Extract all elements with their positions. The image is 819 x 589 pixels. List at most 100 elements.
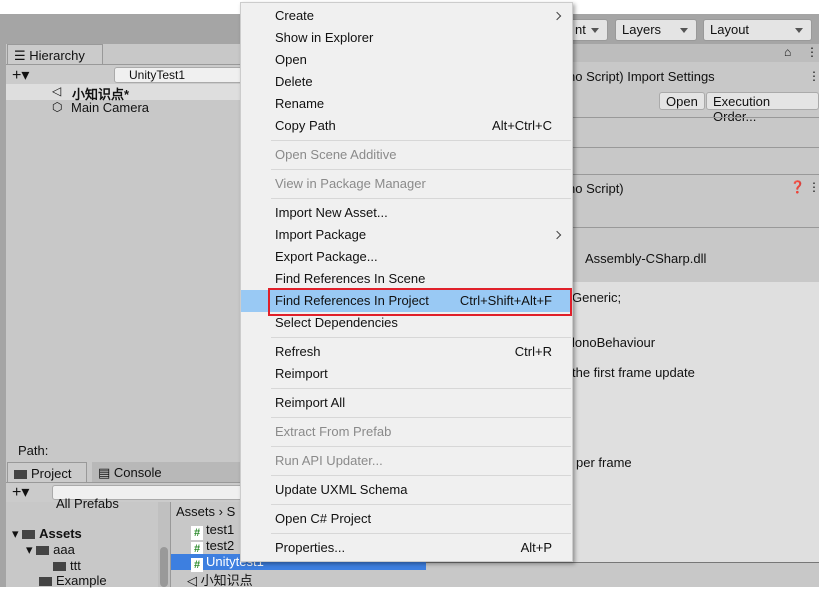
tree-item[interactable]: ttt [53,558,81,573]
layout-label: Layout [710,22,750,37]
scrollbar[interactable] [158,502,170,587]
menu-item-label: Rename [275,96,325,111]
component-title: no Script) [568,181,624,196]
add-icon[interactable]: +▾ [12,65,29,85]
menu-item-label: Export Package... [275,249,378,264]
menu-item-label: Reimport All [275,395,346,410]
menu-item-label: Delete [275,74,313,89]
folder-icon [39,577,52,586]
menu-item-label: Find References In Scene [275,271,426,286]
shortcut-label: Alt+P [520,540,552,555]
menu-item-import-new-asset[interactable]: Import New Asset... [241,202,572,224]
chevron-down-icon [591,28,599,37]
menu-item-label: Run API Updater... [275,453,383,468]
folder-icon [36,546,50,555]
menu-separator [241,472,572,479]
more-icon[interactable]: ⋮ [808,180,819,194]
menu-item-find-references-in-scene[interactable]: Find References In Scene [241,268,572,290]
help-icon[interactable]: ❓ [790,180,805,194]
tab-project[interactable]: Project [7,462,87,483]
search-value: UnityTest1 [129,68,186,82]
execution-order-button[interactable]: Execution Order... [706,92,819,124]
breadcrumb: Assets › S [176,504,236,519]
more-icon[interactable]: ⋮ [806,45,818,59]
hierarchy-panel: ☰ Hierarchy +▾ UnityTest1 ◁ 小知识点* ⬡ Main… [6,44,246,464]
menu-item-update-uxml-schema[interactable]: Update UXML Schema [241,479,572,501]
menu-item-refresh[interactable]: Refresh Ctrl+R [241,341,572,363]
menu-item-open-scene-additive: Open Scene Additive [241,144,572,166]
menu-item-view-in-package-manager: View in Package Manager [241,173,572,195]
menu-separator [241,530,572,537]
add-icon[interactable]: +▾ [12,482,29,502]
unity-scene-icon: ◁ [52,84,62,98]
more-icon[interactable]: ⋮ [808,69,819,83]
layout-dropdown[interactable]: Layout [703,19,812,41]
menu-separator [241,443,572,450]
menu-separator [241,195,572,202]
tree-label: Example [56,573,107,588]
tree-item[interactable]: All Prefabs [56,496,119,511]
file-name: 小知识点 [200,573,253,588]
shortcut-label: Ctrl+R [514,344,552,359]
menu-separator [241,385,572,392]
tab-hierarchy[interactable]: ☰ Hierarchy [7,44,103,65]
code-line: the first frame update [572,365,695,380]
chevron-down-icon [680,28,688,37]
hierarchy-search-input[interactable]: UnityTest1 [114,67,246,83]
menu-item-label: Properties... [275,540,346,555]
menu-item-import-package[interactable]: Import Package [241,224,572,246]
menu-item-label: Open C# Project [275,511,372,526]
menu-item-label: Copy Path [275,118,336,133]
folder-icon [22,530,36,539]
menu-separator [241,334,572,341]
hierarchy-toolbar: +▾ UnityTest1 [6,64,246,86]
tab-label: Hierarchy [29,48,85,63]
menu-separator [241,414,572,421]
shortcut-label: Ctrl+Shift+Alt+F [459,293,552,308]
menu-item-select-dependencies[interactable]: Select Dependencies [241,312,572,334]
tree-label: ttt [70,558,81,573]
list-icon: ☰ [14,48,30,63]
menu-item-find-references-in-project[interactable]: Find References In Project Ctrl+Shift+Alt… [241,288,572,316]
tab-console[interactable]: ▤ Console [92,462,242,482]
menu-item-delete[interactable]: Delete [241,71,572,93]
menu-item-label: Find References In Project [275,293,429,308]
menu-item-open-c-project[interactable]: Open C# Project [241,508,572,530]
lock-icon[interactable]: ⌂ [784,45,791,59]
menu-item-copy-path[interactable]: Copy Path Alt+Ctrl+C [241,115,572,137]
layers-dropdown[interactable]: Layers [615,19,697,41]
scrollbar-thumb[interactable] [160,547,168,587]
menu-item-reimport-all[interactable]: Reimport All [241,392,572,414]
code-line: lonoBehaviour [572,335,656,350]
path-label: Path: [18,443,49,458]
list-item[interactable]: ◁ 小知识点 [171,570,427,588]
menu-item-properties[interactable]: Properties... Alt+P [241,537,572,559]
chevron-down-icon [795,28,803,37]
list-item[interactable]: ⬡ Main Camera [6,100,246,116]
console-icon: ▤ [98,465,114,480]
menu-item-label: Reimport [275,366,328,381]
breadcrumb-assets[interactable]: Assets [176,504,215,519]
context-menu: Create Show in Explorer Open Delete Rename Co… [240,2,573,562]
menu-item-open[interactable]: Open [241,49,572,71]
tree-item[interactable]: Example [39,573,107,588]
tree-item[interactable]: ▾ aaa [26,542,75,558]
menu-item-reimport[interactable]: Reimport [241,363,572,385]
tab-label: Project [31,466,72,481]
menu-separator [241,166,572,173]
file-name: test1 [206,522,235,537]
menu-item-create[interactable]: Create [241,5,572,27]
item-label: Main Camera [71,100,150,115]
tree-label: aaa [53,542,75,557]
menu-item-label: Show in Explorer [275,30,374,45]
menu-item-label: Update UXML Schema [275,482,408,497]
breadcrumb-item[interactable]: S [227,504,236,519]
button-label: Open [666,94,698,109]
menu-item-show-in-explorer[interactable]: Show in Explorer [241,27,572,49]
menu-item-rename[interactable]: Rename [241,93,572,115]
open-button[interactable]: Open [659,92,705,110]
tree-item[interactable]: ▾ Assets [12,526,82,542]
menu-item-export-package[interactable]: Export Package... [241,246,572,268]
scene-row[interactable]: ◁ 小知识点* [6,84,246,102]
menu-item-label: Open [275,52,307,67]
